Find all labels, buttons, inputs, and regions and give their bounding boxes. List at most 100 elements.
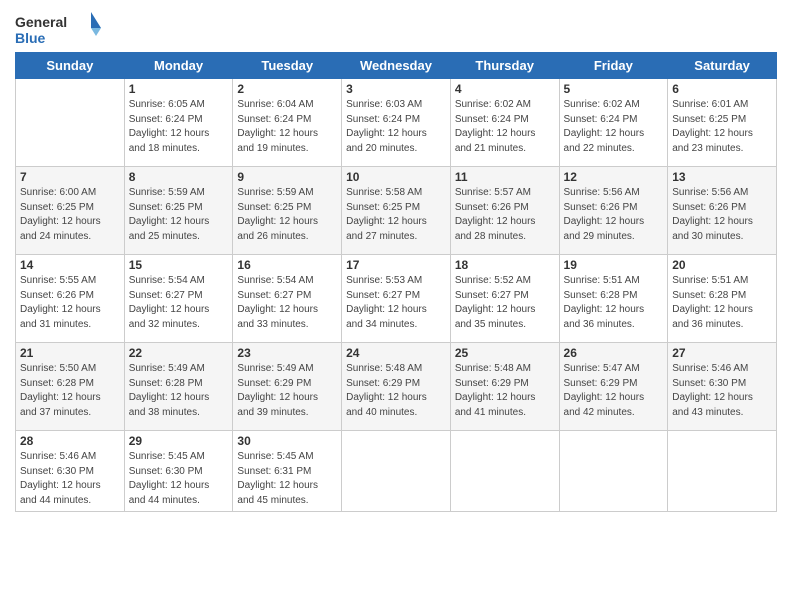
cal-cell: 6 Sunrise: 6:01 AMSunset: 6:25 PMDaylight… xyxy=(668,79,777,167)
cell-info: Sunrise: 5:47 AMSunset: 6:29 PMDaylight:… xyxy=(564,362,664,420)
week-row-5: 28 Sunrise: 5:46 AMSunset: 6:30 PMDayligh… xyxy=(16,431,777,512)
week-row-2: 7 Sunrise: 6:00 AMSunset: 6:25 PMDaylight… xyxy=(16,167,777,255)
day-number: 6 xyxy=(672,82,772,96)
day-number: 1 xyxy=(129,82,229,96)
cell-info: Sunrise: 5:46 AMSunset: 6:30 PMDaylight:… xyxy=(672,362,772,420)
day-number: 22 xyxy=(129,346,229,360)
day-number: 16 xyxy=(237,258,337,272)
day-number: 9 xyxy=(237,170,337,184)
cell-info: Sunrise: 6:05 AMSunset: 6:24 PMDaylight:… xyxy=(129,98,229,156)
cell-info: Sunrise: 5:54 AMSunset: 6:27 PMDaylight:… xyxy=(129,274,229,332)
cal-cell xyxy=(342,431,451,512)
cell-info: Sunrise: 5:48 AMSunset: 6:29 PMDaylight:… xyxy=(346,362,446,420)
cal-cell: 2 Sunrise: 6:04 AMSunset: 6:24 PMDaylight… xyxy=(233,79,342,167)
col-header-saturday: Saturday xyxy=(668,53,777,79)
cell-info: Sunrise: 6:00 AMSunset: 6:25 PMDaylight:… xyxy=(20,186,120,244)
cell-info: Sunrise: 5:46 AMSunset: 6:30 PMDaylight:… xyxy=(20,450,120,508)
day-number: 4 xyxy=(455,82,555,96)
cell-info: Sunrise: 6:04 AMSunset: 6:24 PMDaylight:… xyxy=(237,98,337,156)
day-number: 11 xyxy=(455,170,555,184)
cell-info: Sunrise: 5:52 AMSunset: 6:27 PMDaylight:… xyxy=(455,274,555,332)
header: General Blue xyxy=(15,10,777,48)
day-number: 7 xyxy=(20,170,120,184)
cal-cell: 13 Sunrise: 5:56 AMSunset: 6:26 PMDayligh… xyxy=(668,167,777,255)
day-number: 18 xyxy=(455,258,555,272)
cal-cell: 15Sunrise: 5:54 AMSunset: 6:27 PMDayligh… xyxy=(124,255,233,343)
day-number: 3 xyxy=(346,82,446,96)
calendar-table: SundayMondayTuesdayWednesdayThursdayFrid… xyxy=(15,52,777,512)
cal-cell xyxy=(559,431,668,512)
cell-info: Sunrise: 5:57 AMSunset: 6:26 PMDaylight:… xyxy=(455,186,555,244)
cell-info: Sunrise: 5:59 AMSunset: 6:25 PMDaylight:… xyxy=(237,186,337,244)
day-number: 23 xyxy=(237,346,337,360)
cell-info: Sunrise: 5:58 AMSunset: 6:25 PMDaylight:… xyxy=(346,186,446,244)
cal-cell: 17 Sunrise: 5:53 AMSunset: 6:27 PMDayligh… xyxy=(342,255,451,343)
cell-info: Sunrise: 5:49 AMSunset: 6:28 PMDaylight:… xyxy=(129,362,229,420)
cell-info: Sunrise: 5:56 AMSunset: 6:26 PMDaylight:… xyxy=(564,186,664,244)
cal-cell: 1 Sunrise: 6:05 AMSunset: 6:24 PMDaylight… xyxy=(124,79,233,167)
svg-text:Blue: Blue xyxy=(15,30,46,46)
cal-cell: 28 Sunrise: 5:46 AMSunset: 6:30 PMDayligh… xyxy=(16,431,125,512)
svg-text:General: General xyxy=(15,14,67,30)
cal-cell: 10 Sunrise: 5:58 AMSunset: 6:25 PMDayligh… xyxy=(342,167,451,255)
day-number: 10 xyxy=(346,170,446,184)
day-number: 19 xyxy=(564,258,664,272)
day-number: 13 xyxy=(672,170,772,184)
col-header-friday: Friday xyxy=(559,53,668,79)
cal-cell xyxy=(668,431,777,512)
day-number: 14 xyxy=(20,258,120,272)
cal-cell: 30 Sunrise: 5:45 AMSunset: 6:31 PMDayligh… xyxy=(233,431,342,512)
cell-info: Sunrise: 5:48 AMSunset: 6:29 PMDaylight:… xyxy=(455,362,555,420)
cal-cell: 3 Sunrise: 6:03 AMSunset: 6:24 PMDaylight… xyxy=(342,79,451,167)
cell-info: Sunrise: 6:03 AMSunset: 6:24 PMDaylight:… xyxy=(346,98,446,156)
day-number: 26 xyxy=(564,346,664,360)
day-number: 21 xyxy=(20,346,120,360)
cell-info: Sunrise: 5:53 AMSunset: 6:27 PMDaylight:… xyxy=(346,274,446,332)
calendar-container: General Blue SundayMondayTuesdayWednesda… xyxy=(0,0,792,517)
cell-info: Sunrise: 5:51 AMSunset: 6:28 PMDaylight:… xyxy=(672,274,772,332)
logo-svg: General Blue xyxy=(15,10,105,48)
cell-info: Sunrise: 5:55 AMSunset: 6:26 PMDaylight:… xyxy=(20,274,120,332)
cell-info: Sunrise: 5:45 AMSunset: 6:31 PMDaylight:… xyxy=(237,450,337,508)
cal-cell: 21 Sunrise: 5:50 AMSunset: 6:28 PMDayligh… xyxy=(16,343,125,431)
day-number: 27 xyxy=(672,346,772,360)
cell-info: Sunrise: 6:01 AMSunset: 6:25 PMDaylight:… xyxy=(672,98,772,156)
day-number: 24 xyxy=(346,346,446,360)
day-number: 29 xyxy=(129,434,229,448)
week-row-3: 14 Sunrise: 5:55 AMSunset: 6:26 PMDayligh… xyxy=(16,255,777,343)
cell-info: Sunrise: 5:56 AMSunset: 6:26 PMDaylight:… xyxy=(672,186,772,244)
cal-cell: 20Sunrise: 5:51 AMSunset: 6:28 PMDayligh… xyxy=(668,255,777,343)
day-number: 30 xyxy=(237,434,337,448)
cal-cell: 14 Sunrise: 5:55 AMSunset: 6:26 PMDayligh… xyxy=(16,255,125,343)
cal-cell: 22 Sunrise: 5:49 AMSunset: 6:28 PMDayligh… xyxy=(124,343,233,431)
week-row-1: 1 Sunrise: 6:05 AMSunset: 6:24 PMDaylight… xyxy=(16,79,777,167)
day-number: 5 xyxy=(564,82,664,96)
cal-cell: 9 Sunrise: 5:59 AMSunset: 6:25 PMDaylight… xyxy=(233,167,342,255)
day-number: 17 xyxy=(346,258,446,272)
cal-cell: 24 Sunrise: 5:48 AMSunset: 6:29 PMDayligh… xyxy=(342,343,451,431)
cal-cell xyxy=(16,79,125,167)
cal-cell: 23 Sunrise: 5:49 AMSunset: 6:29 PMDayligh… xyxy=(233,343,342,431)
cal-cell: 8Sunrise: 5:59 AMSunset: 6:25 PMDaylight… xyxy=(124,167,233,255)
day-number: 8 xyxy=(129,170,229,184)
day-number: 2 xyxy=(237,82,337,96)
col-header-wednesday: Wednesday xyxy=(342,53,451,79)
week-row-4: 21 Sunrise: 5:50 AMSunset: 6:28 PMDayligh… xyxy=(16,343,777,431)
day-number: 25 xyxy=(455,346,555,360)
cal-cell: 11 Sunrise: 5:57 AMSunset: 6:26 PMDayligh… xyxy=(450,167,559,255)
logo: General Blue xyxy=(15,10,105,48)
day-number: 28 xyxy=(20,434,120,448)
cell-info: Sunrise: 5:50 AMSunset: 6:28 PMDaylight:… xyxy=(20,362,120,420)
cal-cell xyxy=(450,431,559,512)
cell-info: Sunrise: 5:49 AMSunset: 6:29 PMDaylight:… xyxy=(237,362,337,420)
cell-info: Sunrise: 5:51 AMSunset: 6:28 PMDaylight:… xyxy=(564,274,664,332)
cal-cell: 7 Sunrise: 6:00 AMSunset: 6:25 PMDaylight… xyxy=(16,167,125,255)
cal-cell: 26 Sunrise: 5:47 AMSunset: 6:29 PMDayligh… xyxy=(559,343,668,431)
col-header-monday: Monday xyxy=(124,53,233,79)
cal-cell: 5Sunrise: 6:02 AMSunset: 6:24 PMDaylight… xyxy=(559,79,668,167)
col-header-thursday: Thursday xyxy=(450,53,559,79)
cal-cell: 4Sunrise: 6:02 AMSunset: 6:24 PMDaylight… xyxy=(450,79,559,167)
header-row: SundayMondayTuesdayWednesdayThursdayFrid… xyxy=(16,53,777,79)
cal-cell: 25 Sunrise: 5:48 AMSunset: 6:29 PMDayligh… xyxy=(450,343,559,431)
cal-cell: 12Sunrise: 5:56 AMSunset: 6:26 PMDayligh… xyxy=(559,167,668,255)
